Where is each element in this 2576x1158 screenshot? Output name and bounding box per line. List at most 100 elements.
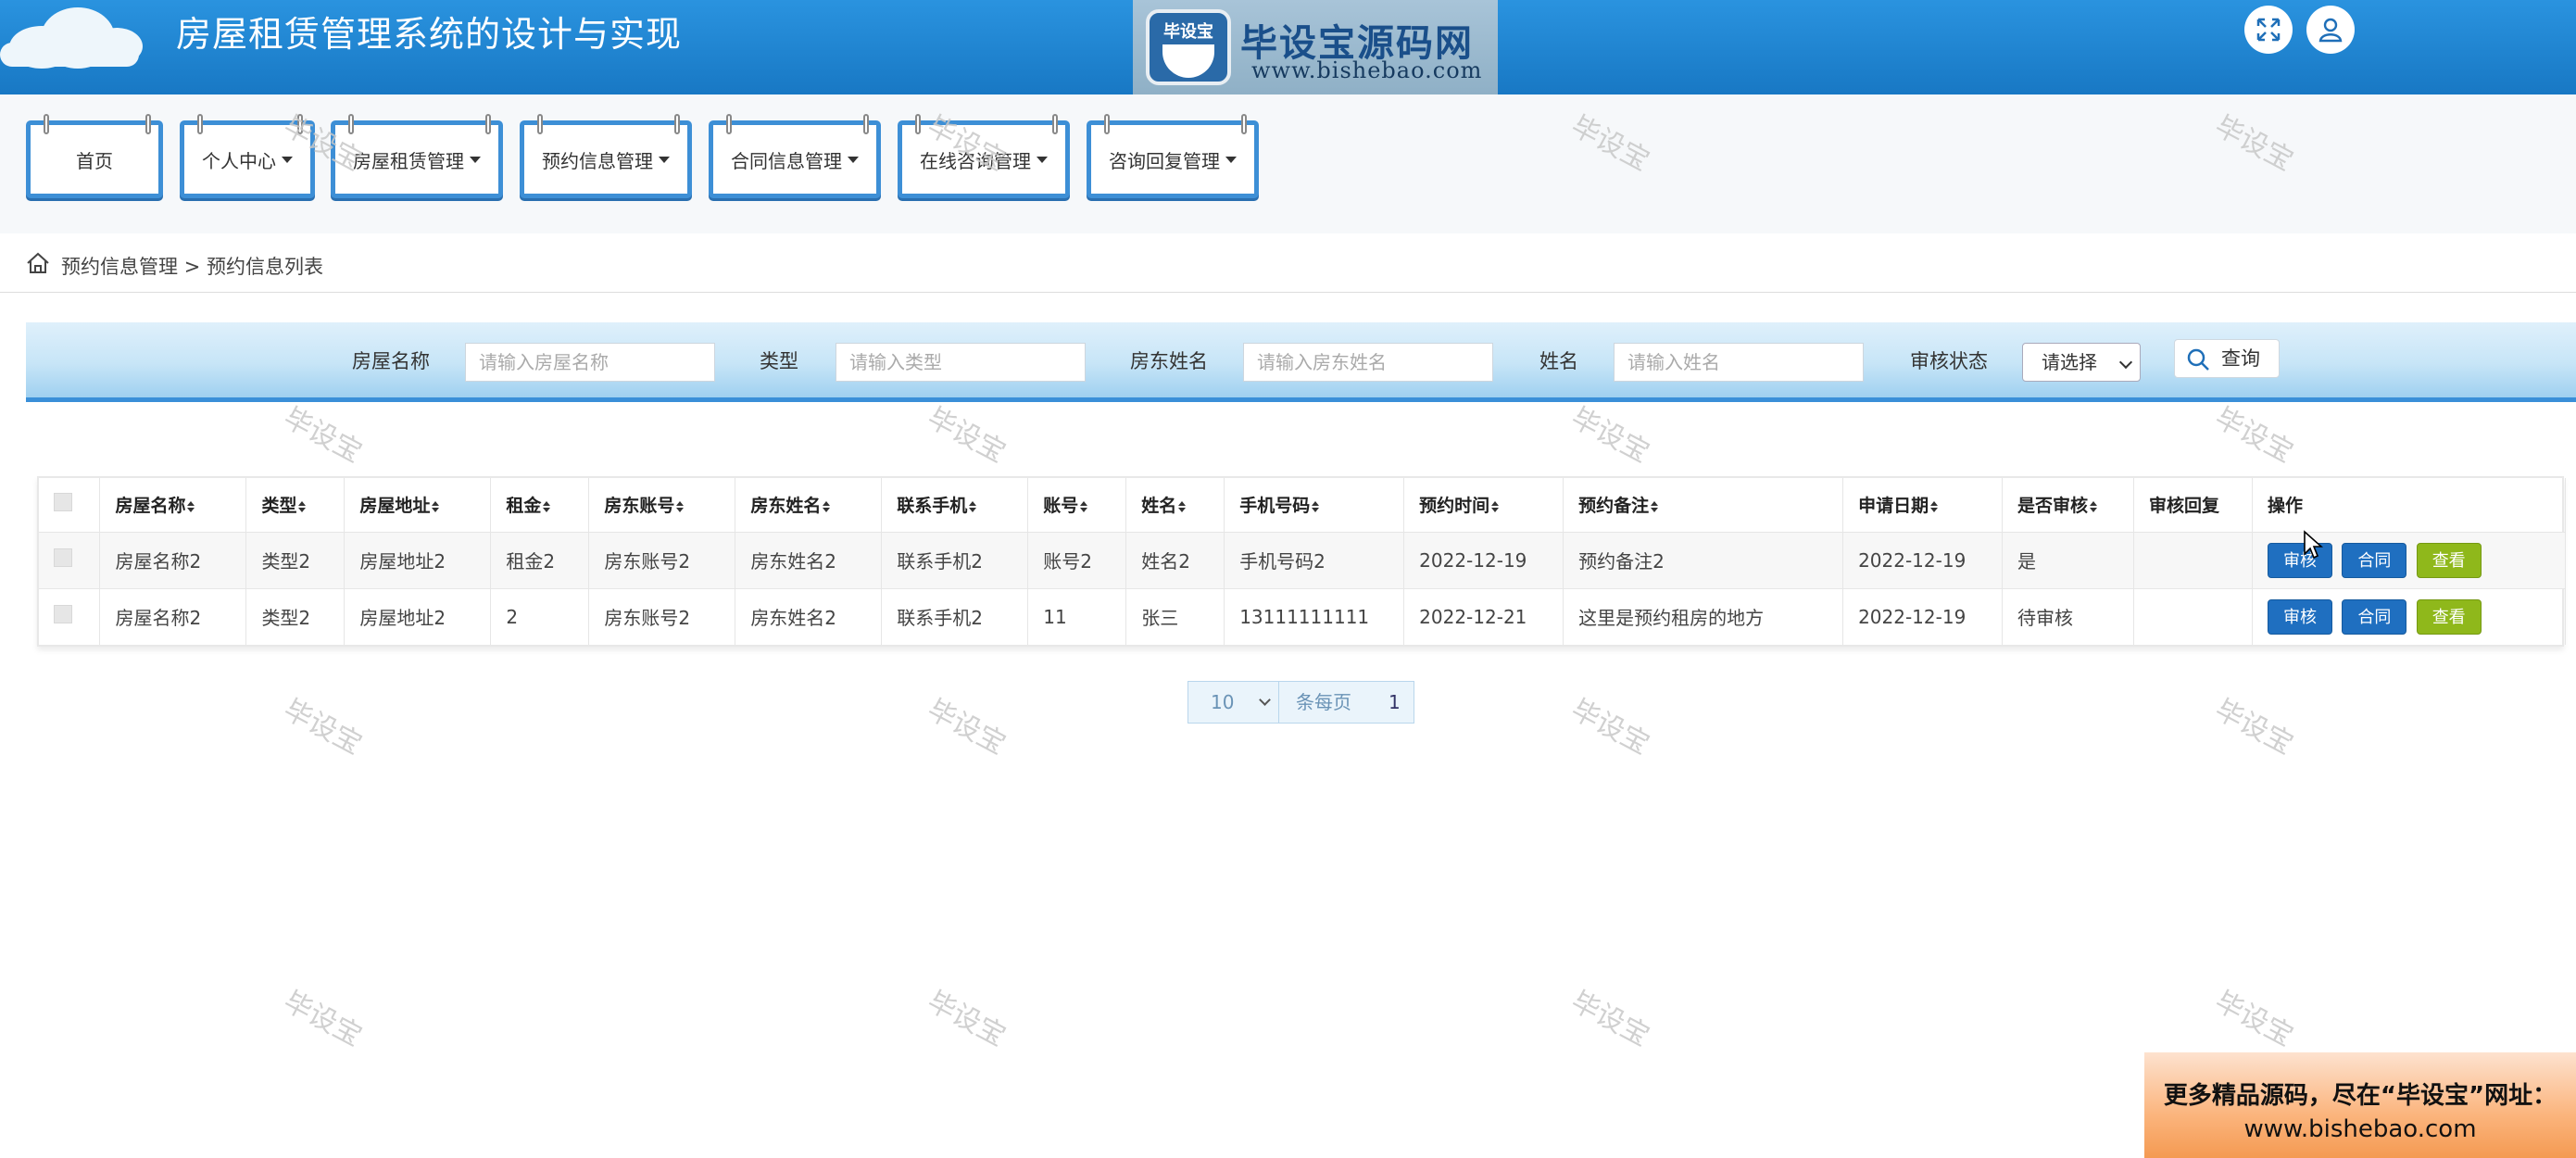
promo-banner[interactable]: 更多精品源码，尽在“毕设宝”网址： www.bishebao.com <box>2144 1052 2576 1158</box>
table-cell: 房屋名称2 <box>99 531 247 588</box>
table-cell: 房东账号2 <box>588 531 736 588</box>
type-input[interactable]: 请输入类型 <box>836 343 1086 382</box>
user-button[interactable] <box>2306 6 2355 54</box>
chevron-down-icon <box>1259 694 1271 706</box>
table-cell: 这里是预约租房的地方 <box>1563 587 1844 645</box>
column-header[interactable]: 申请日期 <box>1842 478 2004 532</box>
column-header[interactable]: 类型 <box>245 478 346 532</box>
select-all-checkbox[interactable] <box>39 478 101 532</box>
watermark: 毕设宝 <box>922 693 1012 762</box>
sort-icon <box>1651 500 1659 512</box>
type-label: 类型 <box>760 350 798 372</box>
breadcrumb-parent[interactable]: 预约信息管理 <box>61 256 178 278</box>
review-status-value: 请选择 <box>2042 351 2097 373</box>
table-cell: 类型2 <box>245 531 346 588</box>
name-input[interactable]: 请输入姓名 <box>1614 343 1864 382</box>
column-header[interactable]: 预约备注 <box>1563 478 1844 532</box>
contract-button[interactable]: 合同 <box>2342 542 2407 578</box>
table-cell: 待审核 <box>2002 587 2134 645</box>
main-nav: 首页 个人中心 房屋租赁管理 预约信息管理 合同信息管理 在线咨询管理 咨询回复… <box>0 94 2576 233</box>
column-header[interactable]: 联系手机 <box>881 478 1029 532</box>
nav-item-home[interactable]: 首页 <box>26 114 163 198</box>
column-header[interactable]: 房东姓名 <box>735 478 883 532</box>
top-header: 房屋租赁管理系统的设计与实现 毕设宝 毕设宝源码网 www.bishebao.c… <box>0 0 2576 94</box>
column-header[interactable]: 姓名 <box>1125 478 1225 532</box>
sort-icon <box>1930 500 1939 512</box>
table-cell: 房东姓名2 <box>735 587 883 645</box>
table-row: 房屋名称2 类型2 房屋地址2 2 房东账号2 房东姓名2 联系手机2 11 张… <box>39 587 2567 645</box>
table-header-row: 房屋名称 类型 房屋地址 租金 房东账号 房东姓名 联系手机 账号 姓名 手机号… <box>39 478 2567 532</box>
caret-down-icon <box>1037 156 1048 163</box>
nav-item-label: 合同信息管理 <box>731 149 842 172</box>
table-cell: 账号2 <box>1027 531 1127 588</box>
sort-icon <box>1178 500 1187 512</box>
table-cell: 2 <box>490 587 590 645</box>
view-button[interactable]: 查看 <box>2416 542 2482 578</box>
landlord-name-label: 房东姓名 <box>1130 350 1208 372</box>
watermark: 毕设宝 <box>278 401 368 470</box>
breadcrumb-text: 预约信息管理 > 预约信息列表 <box>61 252 323 280</box>
house-name-input[interactable]: 请输入房屋名称 <box>465 343 715 382</box>
column-header[interactable]: 是否审核 <box>2002 478 2134 532</box>
query-button[interactable]: 查询 <box>2174 339 2280 378</box>
page-size-select[interactable]: 10 <box>1188 682 1279 723</box>
breadcrumb-current: 预约信息列表 <box>206 256 323 278</box>
logo-url: www.bishebao.com <box>1251 57 1483 83</box>
nav-item-appointment[interactable]: 预约信息管理 <box>520 114 692 198</box>
contract-button[interactable]: 合同 <box>2342 598 2407 635</box>
table-cell: 2022-12-19 <box>1842 587 2004 645</box>
nav-item-consult-reply[interactable]: 咨询回复管理 <box>1087 114 1259 198</box>
column-header[interactable]: 房屋名称 <box>99 478 247 532</box>
house-name-label: 房屋名称 <box>352 350 430 372</box>
actions-cell: 审核 合同 查看 <box>2252 531 2567 588</box>
nav-item-label: 个人中心 <box>202 149 276 172</box>
actions-cell: 审核 合同 查看 <box>2252 587 2567 645</box>
column-header[interactable]: 租金 <box>490 478 590 532</box>
column-header[interactable]: 账号 <box>1027 478 1127 532</box>
page-number[interactable]: 1 <box>1389 682 1401 723</box>
promo-line-1: 更多精品源码，尽在“毕设宝”网址： <box>2163 1082 2557 1110</box>
caret-down-icon <box>1225 156 1237 163</box>
watermark: 毕设宝 <box>2209 401 2299 470</box>
caret-down-icon <box>659 156 670 163</box>
view-button[interactable]: 查看 <box>2416 598 2482 635</box>
column-header[interactable]: 房屋地址 <box>344 478 492 532</box>
page-size-value: 10 <box>1211 691 1235 713</box>
table-cell: 手机号码2 <box>1224 531 1405 588</box>
pagination: 10 条每页 1 <box>1187 681 1414 724</box>
row-checkbox[interactable] <box>39 531 101 588</box>
sort-icon <box>298 500 307 512</box>
table-cell: 联系手机2 <box>881 587 1029 645</box>
table-cell: 姓名2 <box>1125 531 1225 588</box>
landlord-name-input[interactable]: 请输入房东姓名 <box>1243 343 1493 382</box>
chevron-down-icon <box>2118 355 2133 370</box>
logo-badge-text: 毕设宝 <box>1163 22 1213 42</box>
table-cell: 2022-12-21 <box>1403 587 1564 645</box>
sort-icon <box>1080 500 1088 512</box>
table-cell <box>2133 531 2253 588</box>
table-cell: 房屋地址2 <box>344 531 492 588</box>
user-icon <box>2318 18 2343 43</box>
cloud-decoration <box>0 0 148 83</box>
sort-icon <box>432 500 440 512</box>
nav-item-label: 咨询回复管理 <box>1109 149 1220 172</box>
review-button[interactable]: 审核 <box>2267 598 2332 635</box>
nav-item-label: 预约信息管理 <box>542 149 653 172</box>
fullscreen-icon <box>2256 18 2281 42</box>
review-status-select[interactable]: 请选择 <box>2022 343 2141 382</box>
column-header[interactable]: 手机号码 <box>1224 478 1405 532</box>
column-header[interactable]: 房东账号 <box>588 478 736 532</box>
appointment-table: 房屋名称 类型 房屋地址 租金 房东账号 房东姓名 联系手机 账号 姓名 手机号… <box>37 476 2567 647</box>
row-checkbox[interactable] <box>39 587 101 645</box>
breadcrumb-separator: > <box>183 256 201 278</box>
brand-logo: 毕设宝 毕设宝源码网 www.bishebao.com <box>1133 0 1498 94</box>
nav-item-contract[interactable]: 合同信息管理 <box>709 114 881 198</box>
column-header[interactable]: 预约时间 <box>1403 478 1564 532</box>
column-header: 审核回复 <box>2133 478 2253 532</box>
breadcrumb: 预约信息管理 > 预约信息列表 <box>0 233 2576 293</box>
nav-item-label: 首页 <box>76 149 113 172</box>
table-cell: 房东姓名2 <box>735 531 883 588</box>
query-button-label: 查询 <box>2221 347 2260 370</box>
fullscreen-button[interactable] <box>2244 6 2293 54</box>
promo-url: www.bishebao.com <box>2243 1115 2477 1143</box>
